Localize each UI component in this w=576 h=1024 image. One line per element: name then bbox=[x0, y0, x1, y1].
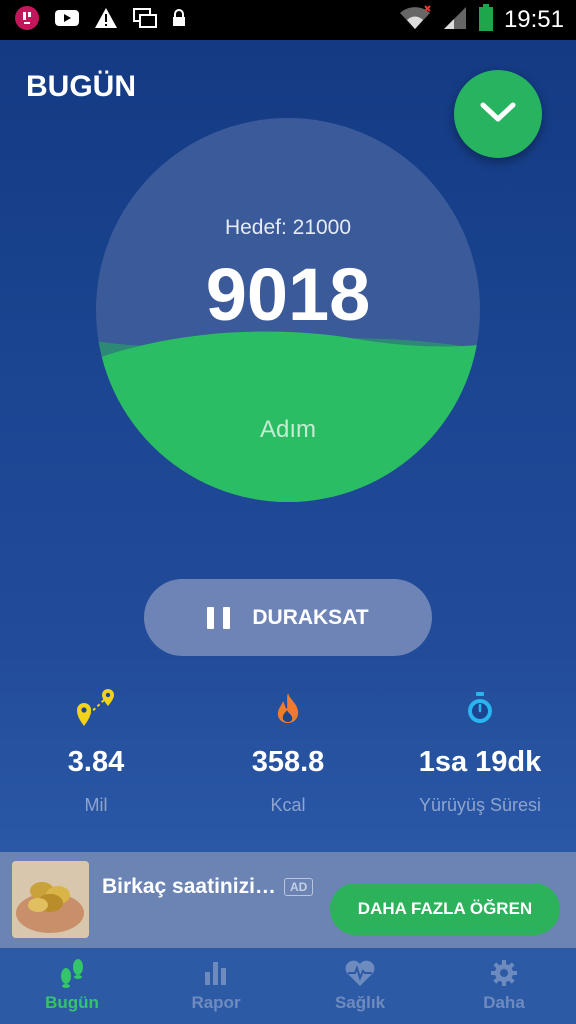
nav-tab-health[interactable]: Sağlık bbox=[288, 948, 432, 1024]
nav-label-more: Daha bbox=[483, 993, 525, 1012]
today-screen: BUGÜN Hedef: 21000 9018 Adım DURAKSAT 3. bbox=[0, 40, 576, 852]
bottom-navigation: Bugün Rapor Sağlık Daha bbox=[0, 948, 576, 1024]
nav-tab-report[interactable]: Rapor bbox=[144, 948, 288, 1024]
nav-label-today: Bugün bbox=[45, 993, 99, 1012]
distance-label: Mil bbox=[84, 795, 108, 815]
stat-calories: 358.8 Kcal bbox=[192, 686, 384, 816]
ad-title[interactable]: Birkaç saatinizi… bbox=[102, 875, 276, 899]
ad-image[interactable] bbox=[12, 861, 89, 938]
walk-time-value: 1sa 19dk bbox=[418, 746, 542, 778]
ad-banner[interactable]: Birkaç saatinizi… AD DAHA FAZLA ÖĞREN bbox=[0, 852, 576, 948]
pause-button-label: DURAKSAT bbox=[252, 605, 369, 629]
status-bar: 19:51 bbox=[0, 0, 576, 40]
stopwatch-icon bbox=[384, 686, 576, 730]
warning-icon bbox=[94, 7, 118, 33]
distance-value: 3.84 bbox=[67, 746, 125, 778]
step-unit-label: Adım bbox=[259, 416, 316, 443]
step-progress-circle: Hedef: 21000 9018 Adım bbox=[96, 118, 480, 502]
heart-pulse-icon bbox=[288, 957, 432, 989]
bar-chart-icon bbox=[144, 957, 288, 989]
nav-label-health: Sağlık bbox=[334, 993, 386, 1012]
nav-label-report: Rapor bbox=[191, 993, 241, 1012]
lock-icon bbox=[172, 9, 186, 31]
nav-tab-today[interactable]: Bugün bbox=[0, 948, 144, 1024]
youtube-icon bbox=[54, 8, 80, 32]
gear-icon bbox=[432, 957, 576, 989]
route-pin-icon bbox=[0, 686, 192, 730]
flame-icon bbox=[192, 686, 384, 730]
screens-icon bbox=[132, 7, 158, 33]
ad-badge: AD bbox=[284, 878, 314, 896]
page-title: BUGÜN bbox=[26, 70, 136, 103]
app-notification-icon bbox=[14, 5, 40, 35]
footsteps-icon bbox=[0, 957, 144, 989]
stat-distance: 3.84 Mil bbox=[0, 686, 192, 816]
stat-walk-time: 1sa 19dk Yürüyüş Süresi bbox=[384, 686, 576, 816]
nav-tab-more[interactable]: Daha bbox=[432, 948, 576, 1024]
calories-label: Kcal bbox=[270, 795, 306, 815]
pause-icon bbox=[207, 606, 231, 629]
goal-label: Hedef: 21000 bbox=[224, 216, 352, 239]
ad-learn-more-button[interactable]: DAHA FAZLA ÖĞREN bbox=[330, 883, 560, 935]
signal-icon bbox=[442, 5, 468, 35]
clock: 19:51 bbox=[503, 6, 564, 33]
walk-time-label: Yürüyüş Süresi bbox=[418, 795, 542, 815]
calories-value: 358.8 bbox=[251, 746, 325, 778]
battery-icon bbox=[478, 4, 494, 36]
pause-button[interactable]: DURAKSAT bbox=[144, 579, 432, 656]
step-count: 9018 bbox=[205, 253, 371, 336]
wifi-icon bbox=[398, 5, 432, 35]
chevron-down-icon bbox=[478, 100, 518, 128]
